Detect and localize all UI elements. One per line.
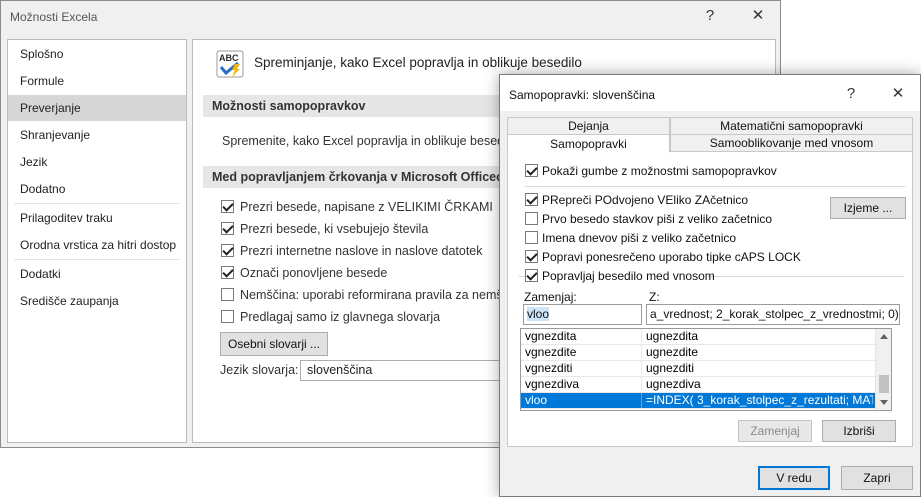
scroll-down-icon[interactable] (880, 400, 888, 405)
entry-with: ugnezdita (641, 329, 873, 344)
ignore-uppercase-label: Prezri besede, napisane z VELIKIMI ČRKAM… (240, 200, 493, 214)
delete-button[interactable]: Izbriši (822, 420, 896, 442)
list-item[interactable]: vgnezdite ugnezdite (521, 345, 876, 361)
nav-separator (14, 203, 180, 204)
main-dictionary-only-checkbox[interactable] (221, 310, 234, 323)
list-item[interactable]: vgnezdiva ugnezdiva (521, 377, 876, 393)
help-button[interactable]: ? (841, 84, 861, 104)
entry-with: ugnezdiva (641, 377, 873, 392)
tab-autocorrect[interactable]: Samopopravki (507, 134, 670, 153)
entry-with: ugnezdite (641, 345, 873, 360)
ignore-numbers-label: Prezri besede, ki vsebujejo števila (240, 222, 429, 236)
nav-item-formulas[interactable]: Formule (8, 68, 186, 94)
replace-as-you-type-checkbox[interactable] (525, 269, 538, 282)
entry-replace: vgnezdita (525, 329, 577, 343)
dictionary-language-label: Jezik slovarja: (220, 363, 299, 377)
abc-check-icon: ABC (216, 50, 244, 78)
section-header: Spreminjanje, kako Excel popravlja in ob… (254, 55, 582, 70)
capitalize-days-label: Imena dnevov piši z veliko začetnico (542, 231, 737, 245)
dialog-title: Možnosti Excela (10, 10, 98, 24)
show-buttons-label: Pokaži gumbe z možnostmi samopopravkov (542, 164, 777, 178)
autocorrect-dialog: Samopopravki: slovenščina ? ✕ Dejanja Ma… (499, 74, 921, 497)
nav-item-quick-access-toolbar[interactable]: Orodna vrstica za hitri dostop (8, 232, 186, 258)
two-initial-caps-checkbox[interactable] (525, 193, 538, 206)
capitalize-sentences-label: Prvo besedo stavkov piši z veliko začetn… (542, 212, 773, 226)
nav-item-addins[interactable]: Dodatki (8, 261, 186, 287)
ignore-urls-checkbox[interactable] (221, 244, 234, 257)
dictionary-language-select[interactable]: slovenščina (300, 360, 510, 381)
german-reform-checkbox[interactable] (221, 288, 234, 301)
cancel-button[interactable]: Zapri (841, 466, 913, 490)
with-label: Z: (649, 290, 660, 304)
entry-replace: vgnezdite (525, 345, 577, 359)
nav-item-customize-ribbon[interactable]: Prilagoditev traku (8, 205, 186, 231)
ok-button[interactable]: V redu (758, 466, 830, 490)
main-dictionary-only-label: Predlagaj samo iz glavnega slovarja (240, 310, 441, 324)
divider (525, 186, 905, 187)
nav-item-proofing[interactable]: Preverjanje (8, 95, 186, 121)
replace-as-you-type-label: Popravljaj besedilo med vnosom (542, 269, 715, 283)
capitalize-days-checkbox[interactable] (525, 231, 538, 244)
replace-input-value: vloo (527, 307, 550, 321)
custom-dictionaries-button[interactable]: Osebni slovarji ... (220, 332, 328, 356)
tab-autoformat-as-you-type[interactable]: Samooblikovanje med vnosom (670, 134, 913, 152)
flag-repeated-label: Označi ponovljene besede (240, 266, 388, 280)
replace-label: Zamenjaj: (524, 290, 577, 304)
caps-lock-checkbox[interactable] (525, 250, 538, 263)
ignore-numbers-checkbox[interactable] (221, 222, 234, 235)
with-input-value: a_vrednost; 2_korak_stolpec_z_vrednostmi… (650, 307, 900, 321)
nav-item-save[interactable]: Shranjevanje (8, 122, 186, 148)
entry-replace: vgnezditi (525, 361, 573, 375)
nav-item-general[interactable]: Splošno (8, 41, 186, 67)
flag-repeated-checkbox[interactable] (221, 266, 234, 279)
ignore-urls-label: Prezri internetne naslove in naslove dat… (240, 244, 483, 258)
nav-item-trust-center[interactable]: Središče zaupanja (8, 288, 186, 314)
autocorrect-description: Spremenite, kako Excel popravlja in obli… (222, 134, 517, 148)
exceptions-button[interactable]: Izjeme ... (830, 197, 906, 219)
entry-with: ugnezditi (641, 361, 873, 376)
options-nav: Splošno Formule Preverjanje Shranjevanje… (7, 39, 187, 443)
autocorrect-entries-list: vgnezdita ugnezdita vgnezdite ugnezdite … (520, 328, 892, 411)
show-buttons-checkbox[interactable] (525, 164, 538, 177)
german-reform-label: Nemščina: uporabi reformirana pravila za… (240, 288, 512, 302)
close-button[interactable]: ✕ (748, 6, 768, 26)
dictionary-language-value: slovenščina (307, 363, 373, 377)
tab-math-autocorrect[interactable]: Matematični samopopravki (670, 117, 913, 135)
close-button[interactable]: ✕ (888, 84, 908, 104)
list-item[interactable]: vgnezdita ugnezdita (521, 329, 876, 345)
two-initial-caps-label: PRepreči POdvojeno VEliko ZAčetnico (542, 193, 749, 207)
autocorrect-title: Samopopravki: slovenščina (509, 88, 656, 102)
scroll-up-icon[interactable] (880, 334, 888, 339)
scroll-thumb[interactable] (879, 375, 889, 393)
list-item-selected[interactable]: vloo =INDEX( 3_korak_stolpec_z_rezultati… (521, 393, 876, 409)
nav-item-language[interactable]: Jezik (8, 149, 186, 175)
list-item[interactable]: vgnezditi ugnezditi (521, 361, 876, 377)
entry-replace: vgnezdiva (525, 377, 580, 391)
nav-item-advanced[interactable]: Dodatno (8, 176, 186, 202)
caps-lock-label: Popravi ponesrečeno uporabo tipke cAPS L… (542, 250, 801, 264)
list-scrollbar[interactable] (875, 329, 891, 410)
help-button[interactable]: ? (700, 6, 720, 26)
autocorrect-titlebar: Samopopravki: slovenščina ? ✕ (500, 75, 920, 111)
ignore-uppercase-checkbox[interactable] (221, 200, 234, 213)
svg-text:ABC: ABC (219, 53, 239, 63)
nav-separator (14, 259, 180, 260)
tab-actions[interactable]: Dejanja (507, 117, 670, 135)
replace-input[interactable]: vloo (523, 304, 642, 325)
entry-with: =INDEX( 3_korak_stolpec_z_rezultati; MAT… (641, 393, 873, 408)
replace-button[interactable]: Zamenjaj (738, 420, 812, 442)
capitalize-sentences-checkbox[interactable] (525, 212, 538, 225)
group-border (708, 276, 904, 277)
with-input[interactable]: a_vrednost; 2_korak_stolpec_z_vrednostmi… (646, 304, 900, 325)
entry-replace: vloo (525, 393, 548, 407)
